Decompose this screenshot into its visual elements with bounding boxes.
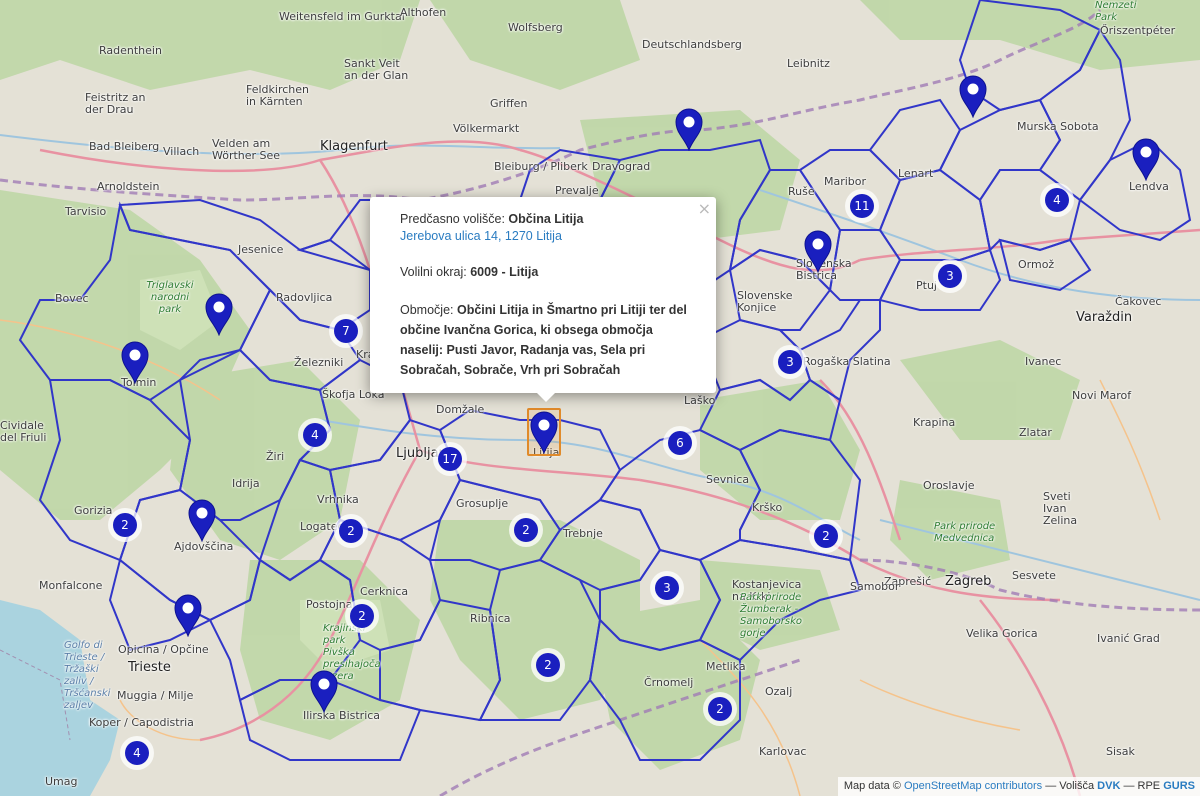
cluster-marker[interactable]: 3: [650, 571, 684, 605]
map-marker-icon[interactable]: [119, 340, 151, 384]
cluster-count: 2: [339, 519, 363, 543]
cluster-marker[interactable]: 2: [809, 519, 843, 553]
popup-station-name: Občina Litija: [508, 212, 584, 226]
cluster-count: 2: [350, 604, 374, 628]
cluster-count: 2: [113, 513, 137, 537]
cluster-count: 2: [814, 524, 838, 548]
popup-station-line: Predčasno volišče: Občina Litija: [400, 211, 698, 228]
cluster-marker[interactable]: 11: [845, 189, 879, 223]
cluster-count: 4: [1045, 188, 1069, 212]
map-marker-icon-selected[interactable]: [527, 408, 561, 456]
cluster-count: 4: [125, 741, 149, 765]
cluster-marker[interactable]: 3: [933, 259, 967, 293]
cluster-marker[interactable]: 2: [345, 599, 379, 633]
cluster-marker[interactable]: 2: [509, 513, 543, 547]
map-marker-icon[interactable]: [172, 593, 204, 637]
popup-address-link[interactable]: Jerebova ulica 14, 1270 Litija: [400, 229, 562, 243]
cluster-count: 3: [938, 264, 962, 288]
popup-close-button[interactable]: ×: [698, 200, 711, 217]
popup-area-label: Območje:: [400, 303, 454, 317]
attribution-dvk-link[interactable]: DVK: [1097, 780, 1120, 792]
cluster-count: 7: [334, 319, 358, 343]
popup-station-label: Predčasno volišče:: [400, 212, 505, 226]
cluster-marker[interactable]: 6: [663, 426, 697, 460]
attribution-sep1: — Volišča: [1045, 780, 1095, 792]
cluster-count: 2: [708, 697, 732, 721]
cluster-marker[interactable]: 2: [334, 514, 368, 548]
cluster-count: 2: [514, 518, 538, 542]
cluster-count: 2: [536, 653, 560, 677]
map-marker-icon[interactable]: [186, 498, 218, 542]
polling-station-popup: × Predčasno volišče: Občina Litija Jereb…: [370, 197, 716, 402]
map-marker-icon[interactable]: [957, 74, 989, 118]
attribution-sep2: — RPE: [1123, 780, 1161, 792]
map-marker-icon[interactable]: [203, 292, 235, 336]
cluster-marker[interactable]: 4: [298, 418, 332, 452]
cluster-count: 6: [668, 431, 692, 455]
cluster-count: 17: [438, 447, 462, 471]
map-marker-icon[interactable]: [802, 229, 834, 273]
popup-tip: [536, 392, 556, 402]
map-marker-icon[interactable]: [673, 107, 705, 151]
cluster-marker[interactable]: 4: [1040, 183, 1074, 217]
cluster-marker[interactable]: 3: [773, 345, 807, 379]
cluster-count: 11: [850, 194, 874, 218]
cluster-marker[interactable]: 2: [108, 508, 142, 542]
cluster-count: 3: [778, 350, 802, 374]
cluster-marker[interactable]: 7: [329, 314, 363, 348]
map-marker-icon[interactable]: [308, 669, 340, 713]
popup-district-line: Volilni okraj: 6009 - Litija: [400, 264, 698, 281]
attribution-osm-link[interactable]: OpenStreetMap contributors: [904, 780, 1042, 792]
attribution-gurs-link[interactable]: GURS: [1163, 780, 1195, 792]
cluster-marker[interactable]: 4: [120, 736, 154, 770]
cluster-count: 3: [655, 576, 679, 600]
cluster-marker[interactable]: 2: [531, 648, 565, 682]
map-marker-icon[interactable]: [1130, 137, 1162, 181]
popup-area-line: Območje: Občini Litija in Šmartno pri Li…: [400, 300, 698, 380]
popup-district-value: 6009 - Litija: [470, 265, 539, 279]
cluster-count: 4: [303, 423, 327, 447]
map-view[interactable]: Weitensfeld im Gurktal Althofen Wolfsber…: [0, 0, 1200, 796]
attribution-prefix: Map data ©: [843, 780, 901, 792]
cluster-marker[interactable]: 2: [703, 692, 737, 726]
map-base-layer: [0, 0, 1200, 796]
cluster-marker[interactable]: 17: [433, 442, 467, 476]
map-attribution: Map data © OpenStreetMap contributors — …: [837, 777, 1200, 796]
popup-district-label: Volilni okraj:: [400, 265, 467, 279]
